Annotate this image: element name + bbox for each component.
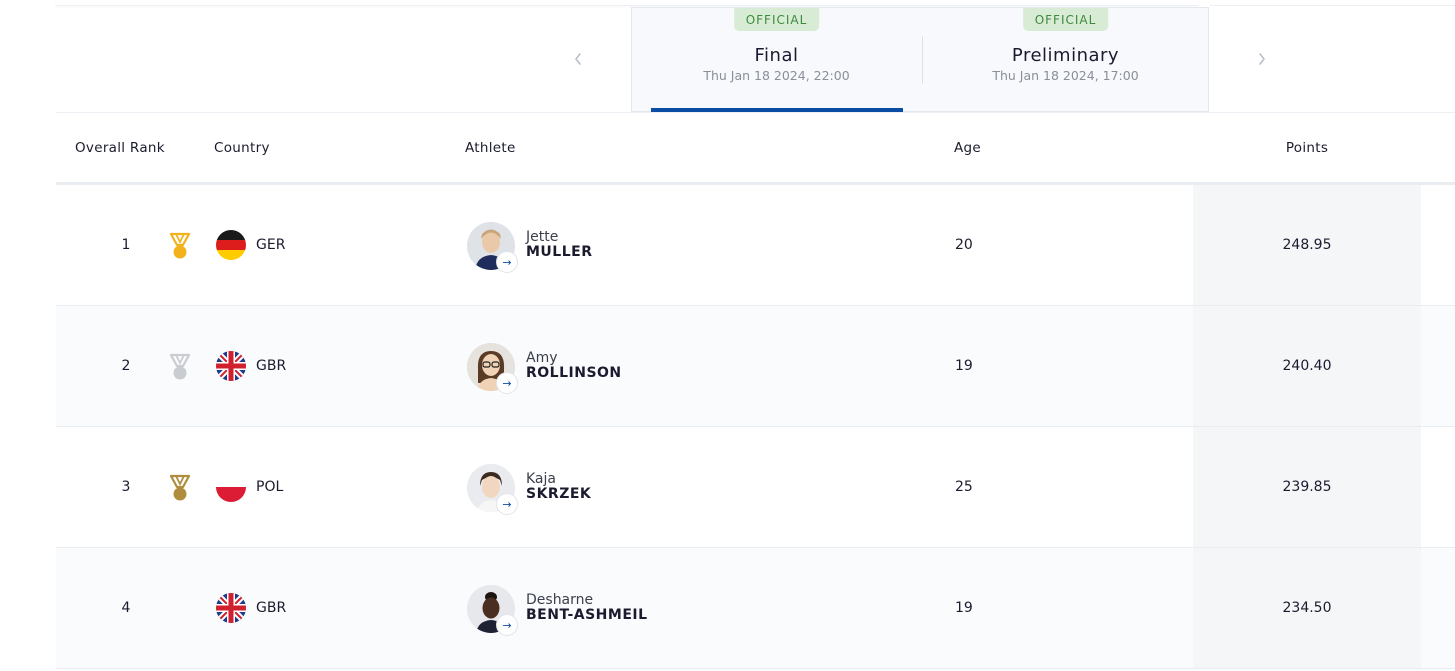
tab-final[interactable]: OFFICIAL Final Thu Jan 18 2024, 22:00 xyxy=(632,8,921,112)
age: 19 xyxy=(955,600,973,616)
athlete-first-name[interactable]: Kaja xyxy=(526,471,556,487)
athlete-last-name[interactable]: SKRZEK xyxy=(526,486,591,502)
header-overall-rank[interactable]: Overall Rank xyxy=(75,140,165,156)
germany-flag-icon xyxy=(216,230,246,260)
chevron-right-icon[interactable] xyxy=(1247,44,1277,74)
avatar[interactable]: → xyxy=(467,464,517,514)
avatar[interactable]: → xyxy=(467,343,517,393)
official-badge: OFFICIAL xyxy=(1022,8,1109,31)
uk-flag-icon xyxy=(216,593,246,623)
tab-date: Thu Jan 18 2024, 17:00 xyxy=(992,68,1139,83)
points: 240.40 xyxy=(1282,358,1332,374)
silver-medal-icon xyxy=(167,353,193,381)
athlete-last-name[interactable]: MULLER xyxy=(526,244,593,260)
table-header: Overall Rank Country Athlete Age Points xyxy=(56,113,1455,185)
gold-medal-icon xyxy=(167,232,193,260)
points: 234.50 xyxy=(1282,600,1332,616)
chevron-left-icon[interactable] xyxy=(563,44,593,74)
points: 248.95 xyxy=(1282,237,1332,253)
phase-tabs: OFFICIAL Final Thu Jan 18 2024, 22:00 OF… xyxy=(631,7,1209,112)
arrow-right-icon[interactable]: → xyxy=(497,252,517,272)
athlete-first-name[interactable]: Desharne xyxy=(526,592,593,608)
rank: 2 xyxy=(121,358,131,374)
athlete-last-name[interactable]: ROLLINSON xyxy=(526,365,622,381)
country-code: GBR xyxy=(256,600,287,616)
header-age[interactable]: Age xyxy=(954,140,981,156)
points: 239.85 xyxy=(1282,479,1332,495)
table-row[interactable]: 1 GER → Jette MULLER 20 248.95 xyxy=(56,185,1455,306)
header-points[interactable]: Points xyxy=(1193,140,1421,156)
poland-flag-icon xyxy=(216,472,246,502)
header-athlete[interactable]: Athlete xyxy=(465,140,516,156)
active-tab-indicator xyxy=(651,108,903,112)
country-code: GBR xyxy=(256,358,287,374)
athlete-first-name[interactable]: Amy xyxy=(526,350,558,366)
rank: 3 xyxy=(121,479,131,495)
tab-preliminary[interactable]: OFFICIAL Preliminary Thu Jan 18 2024, 17… xyxy=(921,8,1210,112)
age: 25 xyxy=(955,479,973,495)
header-country[interactable]: Country xyxy=(214,140,270,156)
arrow-right-icon[interactable]: → xyxy=(497,615,517,635)
rank: 4 xyxy=(121,600,131,616)
table-row[interactable]: 3 POL → Kaja SKRZEK 25 239.85 xyxy=(56,427,1455,548)
avatar[interactable]: → xyxy=(467,222,517,272)
rank: 1 xyxy=(121,237,131,253)
bronze-medal-icon xyxy=(167,474,193,502)
tab-title: Preliminary xyxy=(1011,45,1120,66)
age: 20 xyxy=(955,237,973,253)
table-row[interactable]: 4 GBR → Desharne BENT-ASHMEIL 19 234.50 xyxy=(56,548,1455,669)
avatar[interactable]: → xyxy=(467,585,517,635)
country-code: POL xyxy=(256,479,284,495)
uk-flag-icon xyxy=(216,351,246,381)
age: 19 xyxy=(955,358,973,374)
tab-title: Final xyxy=(754,45,799,66)
country-code: GER xyxy=(256,237,286,253)
athlete-last-name[interactable]: BENT-ASHMEIL xyxy=(526,607,648,623)
tab-date: Thu Jan 18 2024, 22:00 xyxy=(703,68,850,83)
results-table: Overall Rank Country Athlete Age Points … xyxy=(56,113,1455,669)
official-badge: OFFICIAL xyxy=(733,8,820,31)
table-row[interactable]: 2 GBR → Amy ROLLINSON 19 240.40 xyxy=(56,306,1455,427)
arrow-right-icon[interactable]: → xyxy=(497,494,517,514)
phase-selector: OFFICIAL Final Thu Jan 18 2024, 22:00 OF… xyxy=(56,0,1455,113)
arrow-right-icon[interactable]: → xyxy=(497,373,517,393)
athlete-first-name[interactable]: Jette xyxy=(526,229,558,245)
